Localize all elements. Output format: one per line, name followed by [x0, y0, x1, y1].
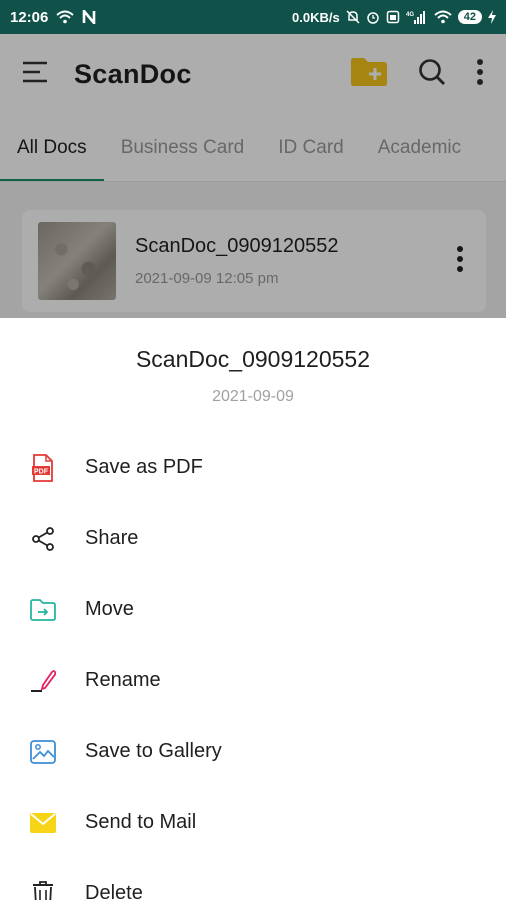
svg-text:4G: 4G: [406, 12, 414, 18]
notification-n-icon: [82, 10, 96, 24]
battery-level: 42: [457, 10, 482, 24]
charging-icon: [488, 10, 496, 24]
document-actions-sheet: ScanDoc_0909120552 2021-09-09 PDF Save a…: [0, 318, 506, 900]
alarm-icon: [366, 10, 380, 24]
sheet-title: ScanDoc_0909120552: [135, 346, 371, 372]
sheet-date: 2021-09-09: [212, 388, 294, 405]
gallery-icon: [30, 739, 56, 765]
action-menu: PDF Save as PDF Share Move Rename Save t…: [0, 432, 506, 900]
save-to-gallery-label: Save to Gallery: [85, 740, 222, 762]
wifi-status-icon: [56, 10, 75, 24]
delete-label: Delete: [85, 882, 143, 900]
move-label: Move: [85, 598, 134, 620]
save-to-gallery-item[interactable]: Save to Gallery: [0, 716, 506, 787]
move-item[interactable]: Move: [0, 574, 506, 645]
pdf-icon: PDF: [30, 453, 56, 482]
delete-item[interactable]: Delete: [0, 858, 506, 900]
move-folder-icon: [30, 597, 56, 623]
save-as-pdf-item[interactable]: PDF Save as PDF: [0, 432, 506, 503]
mail-icon: [30, 810, 56, 836]
rename-item[interactable]: Rename: [0, 645, 506, 716]
sim-icon: [386, 10, 400, 24]
wifi-icon: [434, 10, 452, 24]
pencil-icon: [30, 668, 56, 694]
send-to-mail-item[interactable]: Send to Mail: [0, 787, 506, 858]
share-item[interactable]: Share: [0, 503, 506, 574]
network-speed: 0.0KB/s: [292, 9, 340, 25]
cell-signal-icon: 4G: [406, 10, 428, 24]
share-label: Share: [85, 527, 139, 549]
rename-label: Rename: [85, 669, 161, 691]
save-as-pdf-label: Save as PDF: [85, 456, 203, 478]
trash-icon: [30, 880, 56, 900]
send-to-mail-label: Send to Mail: [85, 811, 197, 833]
svg-text:PDF: PDF: [34, 468, 49, 475]
mute-icon: [346, 10, 360, 24]
share-icon: [30, 526, 56, 552]
status-time: 12:06: [10, 8, 49, 26]
status-bar: 12:06 0.0KB/s 4G 42: [0, 0, 506, 34]
